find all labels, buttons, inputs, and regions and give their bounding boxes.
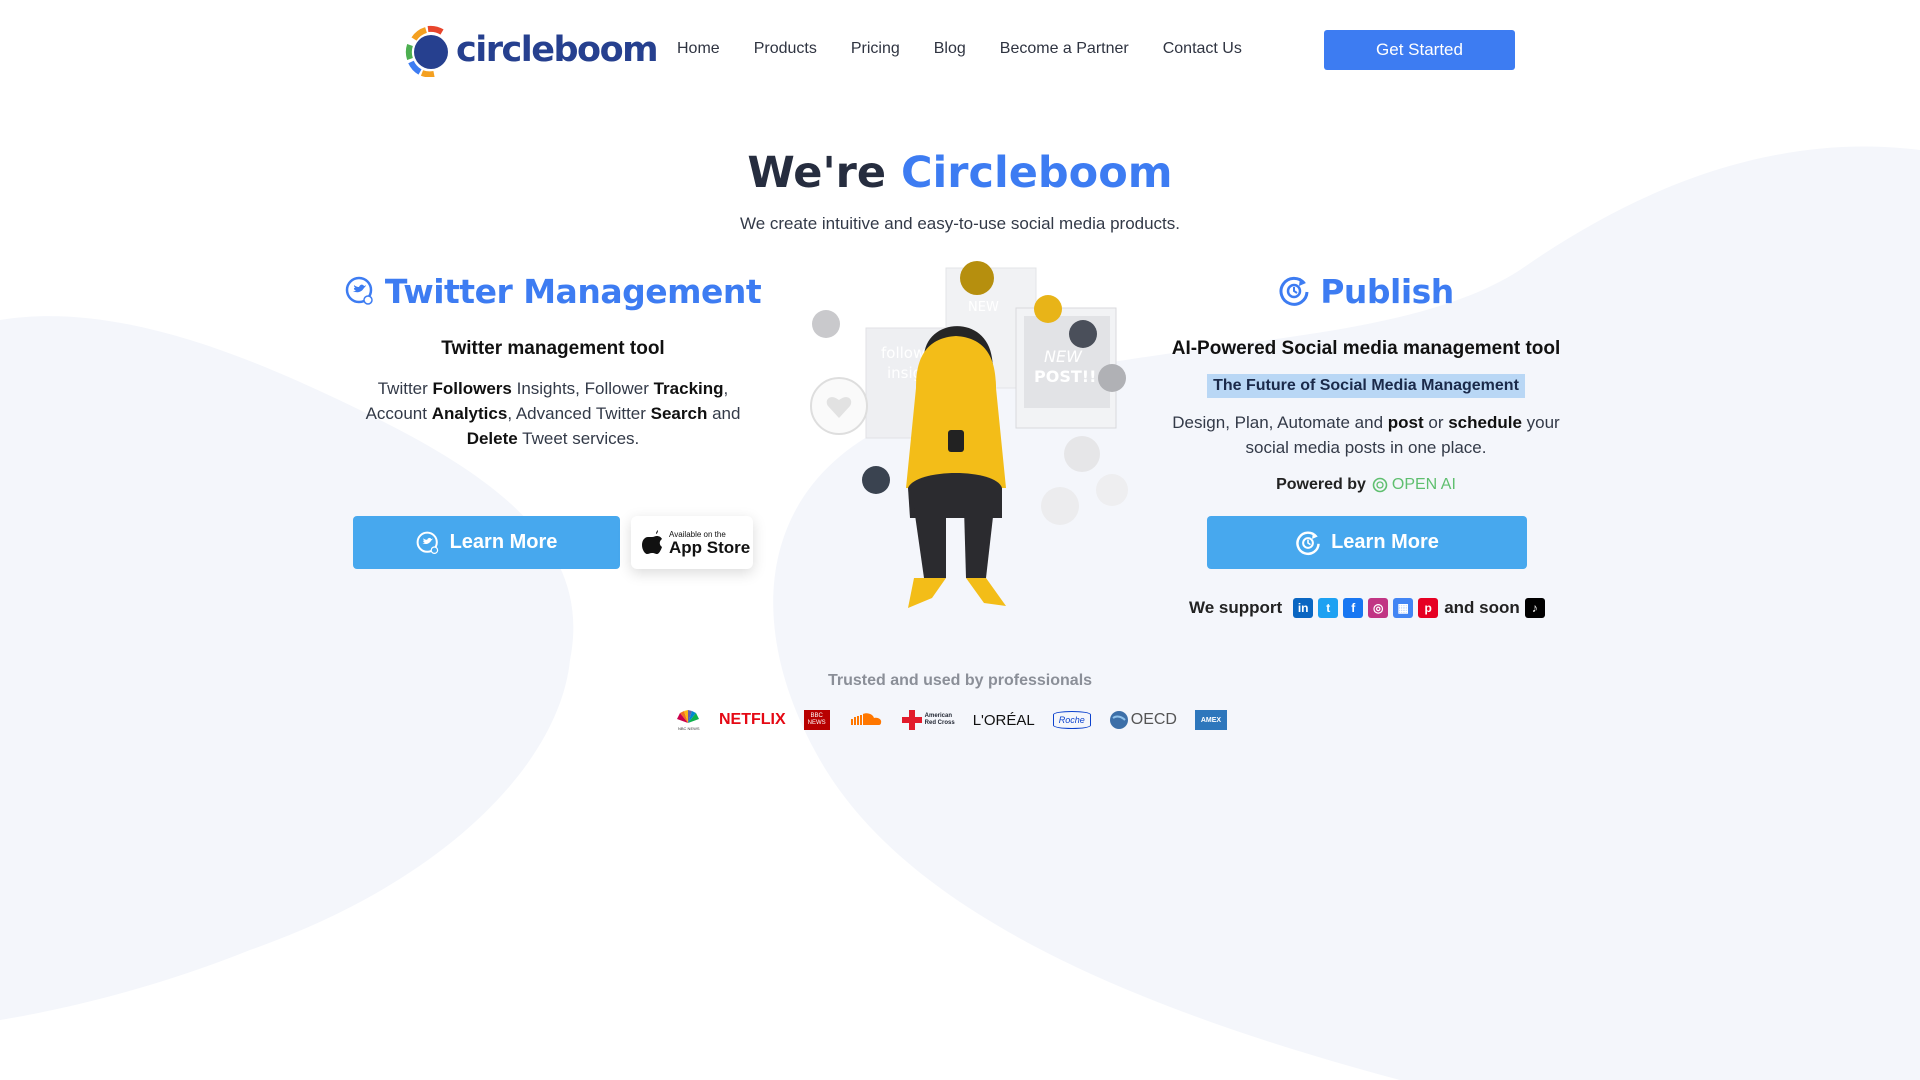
soundcloud-logo — [848, 710, 884, 730]
publish-title: Publish — [1140, 266, 1592, 316]
site-header: circleboom Home Products Pricing Blog Be… — [404, 18, 1516, 82]
bbc-news-logo: BBC NEWS — [803, 710, 830, 730]
publish-description: Design, Plan, Automate and post or sched… — [1172, 413, 1560, 457]
twitter-management-title: Twitter Management — [340, 266, 766, 316]
publish-circle-icon — [1278, 275, 1310, 307]
american-express-logo: AMEX — [1194, 710, 1227, 730]
american-red-cross-logo: American Red Cross — [901, 710, 955, 730]
title-accent: Circleboom — [901, 148, 1173, 198]
title-prefix: We're — [747, 148, 887, 198]
card-new-top: NEW — [968, 300, 999, 315]
twitter-management-subtitle: Twitter management tool — [441, 338, 665, 359]
publish-subtitle: AI-Powered Social media management tool — [1171, 338, 1561, 359]
get-started-button[interactable]: Get Started — [1324, 30, 1515, 70]
card-new: NEW — [1044, 347, 1083, 366]
openai-logo: OPEN AI — [1372, 476, 1456, 494]
hero-illustration: followers insights NEW NEW POST!! — [810, 261, 1128, 608]
facebook-icon: f — [1343, 598, 1364, 618]
roche-logo: Roche — [1052, 711, 1091, 729]
circleboom-logo-icon — [405, 25, 448, 77]
twitter-management-description: Twitter Followers Insights, Follower Tra… — [365, 379, 741, 448]
pinterest-icon: p — [1418, 598, 1439, 618]
linkedin-icon: in — [1293, 598, 1314, 618]
netflix-logo: NETFLIX — [719, 711, 786, 728]
publish-tagline-highlight: The Future of Social Media Management — [1207, 374, 1525, 398]
trusted-by-label: Trusted and used by professionals — [827, 672, 1093, 689]
page-title: We're Circleboom — [0, 148, 1920, 198]
card-post: POST!! — [1034, 367, 1096, 386]
publish-learn-more-button[interactable]: Learn More — [1207, 516, 1527, 569]
nbc-news-logo: NBC NEWS — [675, 709, 701, 731]
apple-icon — [642, 529, 662, 554]
google-business-icon: ▦ — [1393, 598, 1414, 618]
powered-by: Powered by OPEN AI — [1276, 476, 1456, 494]
svg-text:NBC NEWS: NBC NEWS — [678, 726, 700, 731]
main-nav: Home Products Pricing Blog Become a Part… — [677, 40, 1276, 58]
twitter-management-section: Twitter Management Twitter management to… — [340, 266, 766, 451]
nav-blog[interactable]: Blog — [934, 40, 966, 58]
loreal-logo: L'ORÉAL — [972, 711, 1035, 729]
publish-section: Publish AI-Powered Social media manageme… — [1140, 266, 1592, 494]
supported-networks: We support in t f ◎ ▦ p and soon ♪ — [1189, 598, 1545, 618]
nav-become-partner[interactable]: Become a Partner — [1000, 40, 1129, 58]
twitter-learn-more-button[interactable]: Learn More — [353, 516, 620, 569]
openai-icon — [1372, 477, 1388, 493]
logo-text: circleboom — [456, 30, 659, 70]
page-subtitle: We create intuitive and easy-to-use soci… — [739, 214, 1181, 233]
nav-products[interactable]: Products — [754, 40, 817, 58]
nav-contact-us[interactable]: Contact Us — [1163, 40, 1242, 58]
app-store-badge[interactable]: Available on the App Store — [631, 516, 753, 569]
nav-home[interactable]: Home — [677, 40, 720, 58]
instagram-icon: ◎ — [1368, 598, 1389, 618]
trusted-brands: NBC NEWS NETFLIX BBC NEWS American Red Cro… — [675, 706, 1245, 734]
twitter-circle-icon — [416, 531, 440, 555]
tiktok-icon: ♪ — [1524, 598, 1545, 618]
twitter-icon: t — [1318, 598, 1339, 618]
circleboom-logo[interactable]: circleboom — [404, 18, 659, 82]
twitter-circle-icon — [345, 276, 375, 306]
publish-circle-icon — [1295, 530, 1321, 556]
nav-pricing[interactable]: Pricing — [851, 40, 900, 58]
oecd-logo: OECD — [1109, 710, 1177, 730]
